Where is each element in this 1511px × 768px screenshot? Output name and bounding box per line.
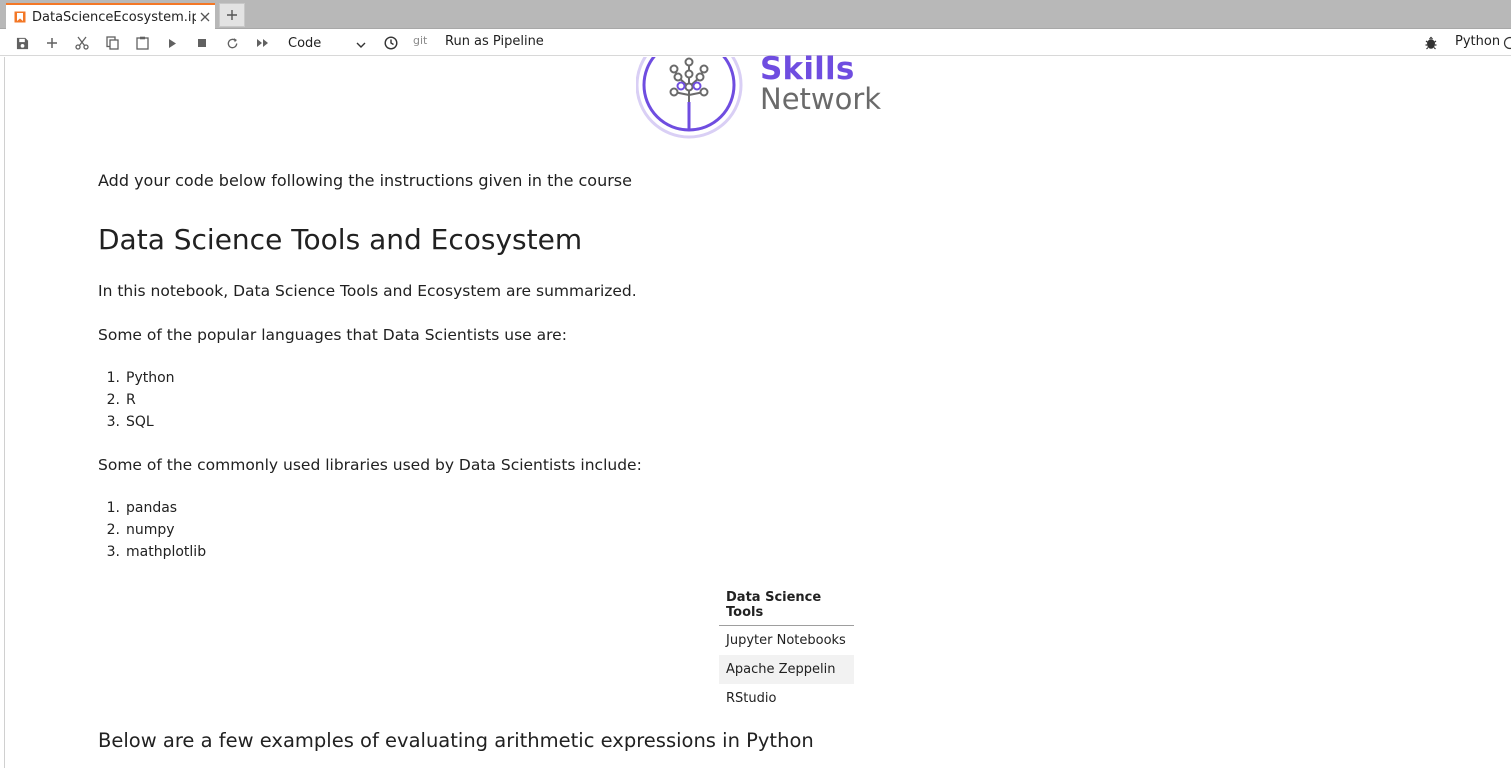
table-header-row: Data Science Tools — [719, 586, 854, 626]
fast-forward-icon — [256, 39, 268, 47]
run-as-pipeline-button[interactable]: Run as Pipeline — [445, 34, 544, 49]
table-cell: Apache Zeppelin — [719, 655, 854, 684]
intro-paragraph: In this notebook, Data Science Tools and… — [98, 282, 637, 300]
plus-icon — [47, 38, 57, 48]
cell-type-dropdown[interactable]: Code — [282, 33, 370, 53]
table-header: Data Science Tools — [719, 586, 854, 626]
notebook-tab[interactable]: DataScienceEcosystem.ipyn — [6, 3, 215, 29]
instruction-text: Add your code below following the instru… — [98, 171, 632, 190]
arithmetic-heading: Below are a few examples of evaluating a… — [98, 729, 814, 752]
kernel-name[interactable]: Python — [1455, 34, 1500, 49]
new-tab-button[interactable] — [219, 3, 245, 27]
copy-button[interactable] — [102, 34, 122, 52]
restart-button[interactable] — [222, 34, 242, 52]
list-item: 1. Python — [106, 370, 175, 386]
table-row: Apache Zeppelin — [719, 655, 854, 684]
cell-type-value: Code — [288, 35, 322, 51]
stop-button[interactable] — [192, 34, 212, 52]
list-item: 1. pandas — [106, 500, 178, 516]
save-button[interactable] — [12, 34, 32, 52]
clock-icon — [384, 36, 398, 50]
paste-button[interactable] — [132, 34, 152, 52]
notebook-toolbar: Code git Run as Pipeline Python — [0, 29, 1511, 56]
stop-icon — [198, 39, 206, 47]
table-row: Jupyter Notebooks — [719, 626, 854, 656]
close-icon[interactable] — [198, 10, 212, 24]
debugger-button[interactable] — [1421, 34, 1441, 52]
run-all-button[interactable] — [252, 34, 272, 52]
kernel-status-icon — [1503, 35, 1511, 54]
clipboard-icon — [135, 36, 149, 50]
tab-title: DataScienceEcosystem.ipyn — [32, 9, 196, 25]
run-button[interactable] — [162, 34, 182, 52]
notebook-icon — [14, 10, 28, 24]
libraries-heading: Some of the commonly used libraries used… — [98, 456, 642, 474]
languages-list: 1. Python 2. R 3. SQL — [98, 367, 175, 433]
list-item: 2. numpy — [106, 522, 175, 538]
play-icon — [169, 38, 176, 48]
notebook-title: Data Science Tools and Ecosystem — [98, 223, 583, 256]
languages-heading: Some of the popular languages that Data … — [98, 326, 567, 344]
skills-network-logo-icon — [636, 57, 743, 139]
clock-button[interactable] — [381, 34, 401, 52]
tab-bar: DataScienceEcosystem.ipyn — [0, 0, 1511, 29]
logo-text-network: Network — [760, 82, 882, 116]
copy-icon — [105, 36, 119, 50]
table-cell: Jupyter Notebooks — [726, 633, 846, 648]
save-icon — [16, 37, 28, 49]
plus-icon — [227, 10, 237, 20]
list-item: 2. R — [106, 392, 136, 408]
chevron-down-icon — [356, 38, 366, 53]
cut-button[interactable] — [72, 34, 92, 52]
git-button[interactable]: git — [413, 34, 427, 47]
data-science-tools-table: Data Science Tools Jupyter Notebooks Apa… — [719, 586, 854, 713]
table-cell: RStudio — [726, 691, 777, 706]
skills-network-logo: Skills Network — [636, 51, 886, 141]
bug-icon — [1425, 36, 1437, 50]
list-item: 3. mathplotlib — [106, 544, 207, 560]
libraries-list: 1. pandas 2. numpy 3. mathplotlib — [98, 497, 206, 563]
table-row: RStudio — [719, 684, 854, 713]
refresh-icon — [227, 37, 237, 48]
list-item: 3. SQL — [106, 414, 154, 430]
notebook-left-border — [4, 57, 5, 768]
insert-cell-button[interactable] — [42, 34, 62, 52]
scissors-icon — [75, 36, 89, 50]
